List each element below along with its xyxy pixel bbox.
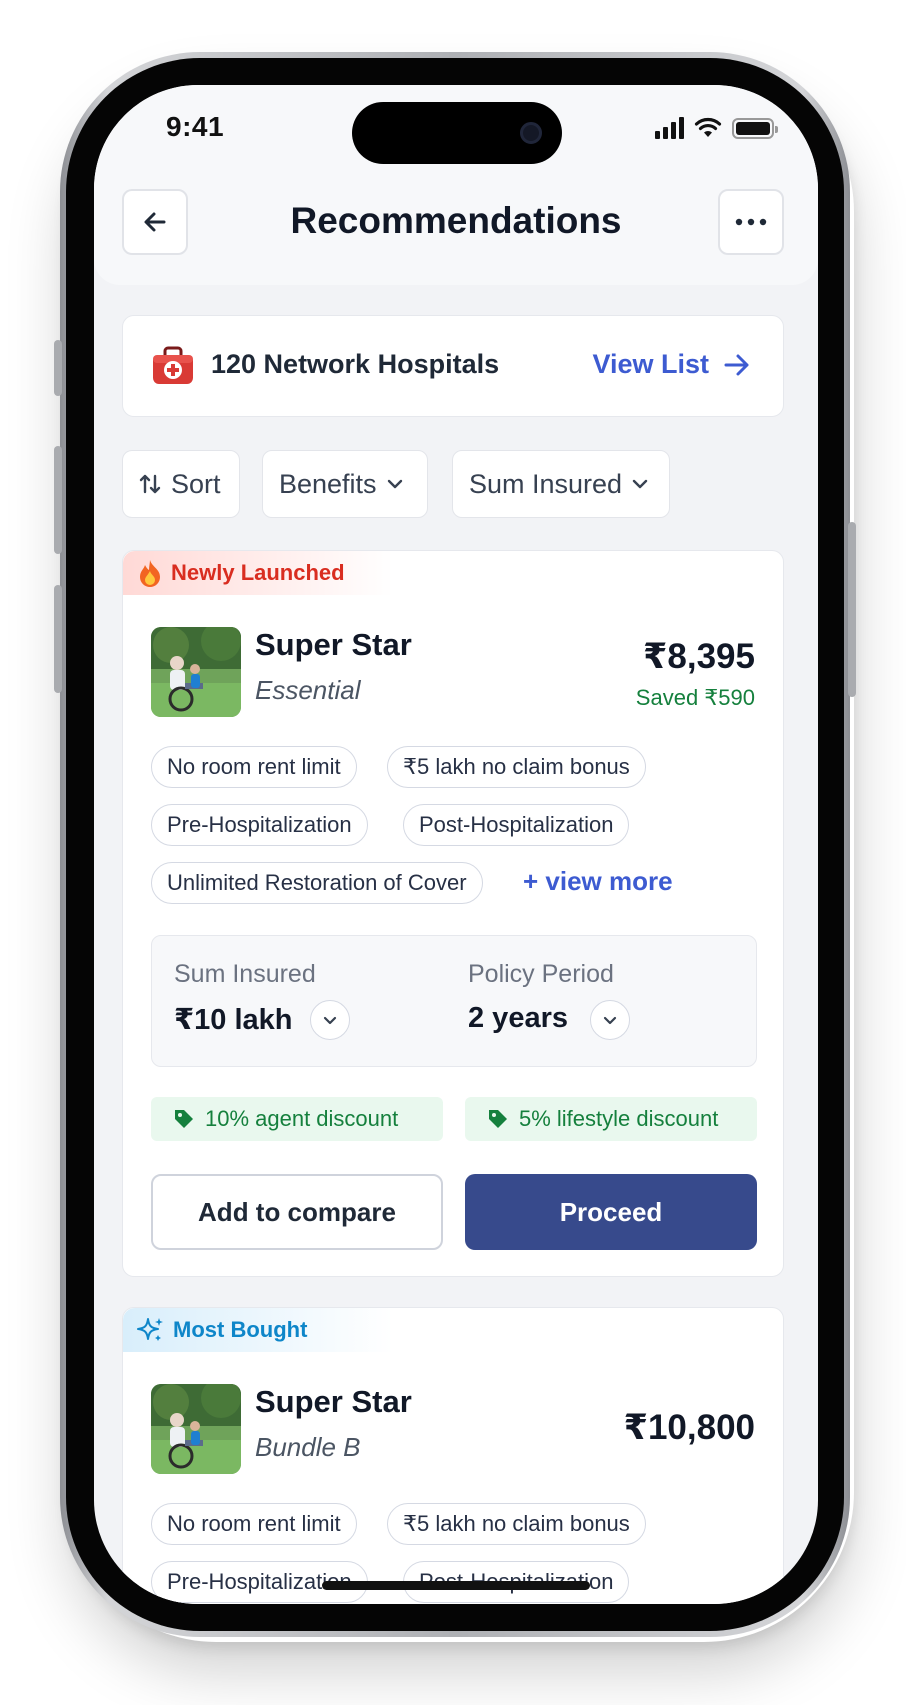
page-title: Recommendations — [290, 200, 622, 241]
plan-price: ₹10,800 — [623, 1408, 755, 1447]
sum-insured-value: ₹10 lakh — [174, 1004, 293, 1036]
status-bar: 9:41 — [94, 85, 818, 175]
feature-chip: Post-Hospitalization — [403, 804, 630, 846]
network-hospitals-card: 120 Network Hospitals View List — [122, 315, 784, 417]
view-more-link[interactable]: + view more — [523, 866, 673, 897]
view-list-link[interactable]: View List — [592, 349, 751, 380]
dynamic-island — [352, 102, 562, 164]
more-options-button[interactable] — [718, 189, 784, 255]
most-bought-badge: Most Bought — [123, 1308, 393, 1352]
savings-label: Saved ₹590 — [635, 685, 755, 710]
more-horizontal-icon — [735, 218, 767, 226]
chevron-down-icon — [632, 479, 648, 489]
volume-up-button — [54, 446, 62, 554]
power-button — [848, 522, 856, 697]
price-tag-icon — [175, 1110, 193, 1128]
sum-insured-label: Sum Insured — [174, 960, 316, 988]
sum-insured-filter-button[interactable]: Sum Insured — [452, 450, 670, 518]
volume-down-button — [54, 585, 62, 693]
add-to-compare-button[interactable]: Add to compare — [151, 1174, 443, 1250]
plan-card: Most Bought Super Star Bundle B ₹10,800 … — [122, 1307, 784, 1604]
ribbon-label: Most Bought — [173, 1317, 308, 1342]
chevron-down-icon — [387, 479, 402, 489]
feature-chip: No room rent limit — [151, 746, 357, 788]
discount-tag: 5% lifestyle discount — [465, 1097, 757, 1141]
discount-tag: 10% agent discount — [151, 1097, 443, 1141]
feature-chip: No room rent limit — [151, 1503, 357, 1545]
plan-name: Super Star — [255, 627, 412, 662]
discount-label: 10% agent discount — [205, 1106, 399, 1131]
fire-icon — [140, 560, 160, 587]
chevron-down-icon — [603, 1016, 617, 1024]
plan-image — [151, 627, 241, 717]
feature-chip: ₹5 lakh no claim bonus — [387, 1503, 646, 1545]
plan-card: Newly Launched Super Star Essential ₹8,3… — [122, 550, 784, 1277]
status-icons — [655, 117, 778, 139]
battery-icon — [732, 117, 778, 139]
sort-icon — [139, 474, 161, 494]
sparkle-icon — [137, 1318, 163, 1341]
price-tag-icon — [489, 1110, 507, 1128]
sum-insured-dropdown[interactable] — [310, 1000, 350, 1040]
ribbon-label: Newly Launched — [171, 560, 345, 585]
cellular-signal-icon — [655, 117, 684, 139]
discount-label: 5% lifestyle discount — [519, 1106, 719, 1131]
policy-options-box: Sum Insured ₹10 lakh Policy Period 2 yea… — [151, 935, 757, 1067]
medical-kit-icon — [153, 346, 193, 384]
benefits-label: Benefits — [279, 468, 377, 499]
plan-variant: Essential — [255, 675, 361, 705]
sort-filter-button[interactable]: Sort — [122, 450, 240, 518]
action-button — [54, 340, 62, 396]
plan-image — [151, 1384, 241, 1474]
feature-chip: Unlimited Restoration of Cover — [151, 862, 483, 904]
plan-name: Super Star — [255, 1384, 412, 1419]
network-hospitals-label: 120 Network Hospitals — [211, 349, 500, 379]
plan-price: ₹8,395 — [643, 637, 755, 676]
status-time: 9:41 — [166, 111, 225, 142]
camera-icon — [520, 122, 542, 144]
home-indicator[interactable] — [322, 1581, 590, 1590]
benefits-filter-button[interactable]: Benefits — [262, 450, 428, 518]
policy-period-dropdown[interactable] — [590, 1000, 630, 1040]
feature-chip: ₹5 lakh no claim bonus — [387, 746, 646, 788]
newly-launched-badge: Newly Launched — [123, 551, 393, 595]
app-screen: 9:41 Recommendations 120 Network Hospita… — [94, 85, 818, 1604]
policy-period-label: Policy Period — [468, 960, 614, 988]
policy-period-value: 2 years — [468, 1002, 568, 1034]
chevron-down-icon — [323, 1016, 337, 1024]
proceed-button[interactable]: Proceed — [465, 1174, 757, 1250]
feature-chip: Pre-Hospitalization — [151, 804, 368, 846]
arrow-right-icon — [724, 354, 749, 375]
wifi-icon — [694, 117, 722, 137]
plan-variant: Bundle B — [255, 1432, 361, 1462]
view-list-label: View List — [592, 349, 709, 379]
sort-label: Sort — [171, 468, 221, 499]
sum-insured-filter-label: Sum Insured — [469, 468, 623, 499]
